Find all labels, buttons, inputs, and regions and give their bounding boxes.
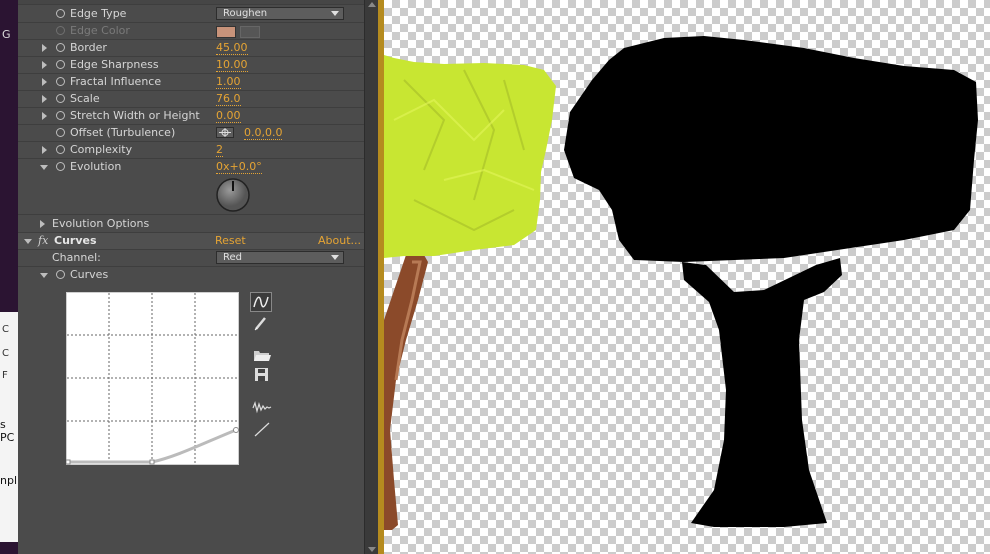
collapse-triangle-icon[interactable]: [40, 273, 48, 278]
ghost-text: C: [2, 324, 9, 335]
left-tree-trunk: [384, 255, 428, 530]
curves-effect-header[interactable]: fx Curves Reset About...: [18, 233, 364, 250]
collapse-triangle-icon[interactable]: [24, 239, 32, 244]
param-value[interactable]: 2: [216, 143, 223, 157]
param-value[interactable]: 0.0,0.0: [244, 126, 283, 140]
collapse-triangle-icon[interactable]: [40, 165, 48, 170]
ghost-text: F: [2, 370, 8, 381]
curve-point: [149, 459, 155, 465]
ghost-text: C: [2, 348, 9, 359]
ghost-text: s PC: [0, 418, 15, 444]
stopwatch-icon: [56, 26, 65, 35]
background-window-strip: G C C F s PC npl: [0, 0, 18, 554]
expand-triangle-icon[interactable]: [42, 44, 47, 52]
curve-point: [233, 427, 239, 433]
chevron-down-icon: [331, 255, 339, 260]
scroll-down-icon[interactable]: [368, 547, 376, 552]
eyedropper-icon[interactable]: [240, 26, 260, 38]
stopwatch-icon[interactable]: [56, 162, 65, 171]
edge-color-label: Edge Color: [70, 24, 130, 37]
expand-triangle-icon[interactable]: [42, 61, 47, 69]
stretch-row: Stretch Width or Height 0.00: [18, 108, 364, 125]
param-label: Scale: [70, 92, 100, 105]
edge-type-row: Edge Type Roughen: [18, 6, 364, 23]
stopwatch-icon[interactable]: [56, 270, 65, 279]
composition-viewer[interactable]: [384, 0, 990, 554]
param-label: Edge Sharpness: [70, 58, 159, 71]
pencil-icon[interactable]: [252, 314, 272, 332]
evolution-options-row: Evolution Options: [18, 216, 364, 233]
effect-controls-panel: Edge Type Roughen Edge Color Border 45.0…: [18, 0, 364, 554]
param-value[interactable]: 1.00: [216, 75, 241, 89]
right-tree-crown: [564, 36, 978, 262]
param-value[interactable]: 45.00: [216, 41, 248, 55]
edge-type-value: Roughen: [223, 8, 268, 19]
channel-value: Red: [223, 252, 242, 263]
expand-triangle-icon[interactable]: [42, 146, 47, 154]
reset-link[interactable]: Reset: [215, 234, 246, 247]
edge-color-row: Edge Color: [18, 23, 364, 40]
wave-icon[interactable]: [252, 398, 272, 416]
curves-param-label: Curves: [70, 268, 109, 281]
param-value[interactable]: 0.00: [216, 109, 241, 123]
right-tree-trunk: [682, 258, 842, 527]
fx-icon[interactable]: fx: [38, 234, 48, 247]
param-label: Offset (Turbulence): [70, 126, 176, 139]
background-white-panel: C C F s PC npl: [0, 312, 18, 542]
param-label: Complexity: [70, 143, 133, 156]
stopwatch-icon[interactable]: [56, 60, 65, 69]
channel-row: Channel: Red: [18, 250, 364, 267]
channel-label: Channel:: [52, 251, 101, 264]
fractal-influence-row: Fractal Influence 1.00: [18, 74, 364, 91]
diagonal-line-icon[interactable]: [252, 420, 272, 438]
scale-row: Scale 76.0: [18, 91, 364, 108]
param-value[interactable]: 76.0: [216, 92, 241, 106]
offset-row: Offset (Turbulence) 0.0,0.0: [18, 125, 364, 142]
expand-triangle-icon[interactable]: [40, 220, 45, 228]
stopwatch-icon[interactable]: [56, 9, 65, 18]
stopwatch-icon[interactable]: [56, 77, 65, 86]
param-label: Fractal Influence: [70, 75, 162, 88]
edge-type-dropdown[interactable]: Roughen: [216, 7, 344, 20]
roughen-edges-header-partial: [18, 0, 364, 5]
stopwatch-icon[interactable]: [56, 43, 65, 52]
evolution-row: Evolution 0x+0.0°: [18, 159, 364, 215]
curves-param-row: Curves: [18, 267, 364, 284]
param-label: Evolution: [70, 160, 122, 173]
param-value[interactable]: 10.00: [216, 58, 248, 72]
curve-point: [66, 459, 71, 465]
channel-dropdown[interactable]: Red: [216, 251, 344, 264]
smooth-curve-icon[interactable]: [250, 292, 272, 312]
stopwatch-icon[interactable]: [56, 145, 65, 154]
evolution-dial-icon[interactable]: [215, 177, 251, 213]
curves-effect-name: Curves: [54, 234, 97, 247]
expand-triangle-icon[interactable]: [42, 112, 47, 120]
expand-triangle-icon[interactable]: [42, 78, 47, 86]
ghost-text: G: [2, 28, 11, 41]
param-label: Border: [70, 41, 107, 54]
scroll-up-icon[interactable]: [368, 2, 376, 7]
chevron-down-icon: [331, 11, 339, 16]
param-value[interactable]: 0x+0.0°: [216, 160, 262, 174]
folder-open-icon[interactable]: [252, 346, 272, 364]
save-icon[interactable]: [254, 366, 274, 384]
about-link[interactable]: About...: [318, 234, 361, 247]
edge-type-label: Edge Type: [70, 7, 127, 20]
expand-triangle-icon[interactable]: [42, 95, 47, 103]
edge-sharpness-row: Edge Sharpness 10.00: [18, 57, 364, 74]
edge-color-swatch[interactable]: [216, 26, 236, 38]
evolution-options-label: Evolution Options: [52, 217, 150, 230]
stopwatch-icon[interactable]: [56, 128, 65, 137]
panel-scrollbar[interactable]: [364, 0, 379, 554]
param-label: Stretch Width or Height: [70, 109, 200, 122]
crosshair-icon[interactable]: [216, 127, 234, 138]
complexity-row: Complexity 2: [18, 142, 364, 159]
composition-artwork: [384, 36, 978, 530]
stopwatch-icon[interactable]: [56, 111, 65, 120]
curves-graph[interactable]: [66, 292, 240, 466]
border-row: Border 45.00: [18, 40, 364, 57]
ghost-text: npl: [0, 474, 18, 487]
stopwatch-icon[interactable]: [56, 94, 65, 103]
